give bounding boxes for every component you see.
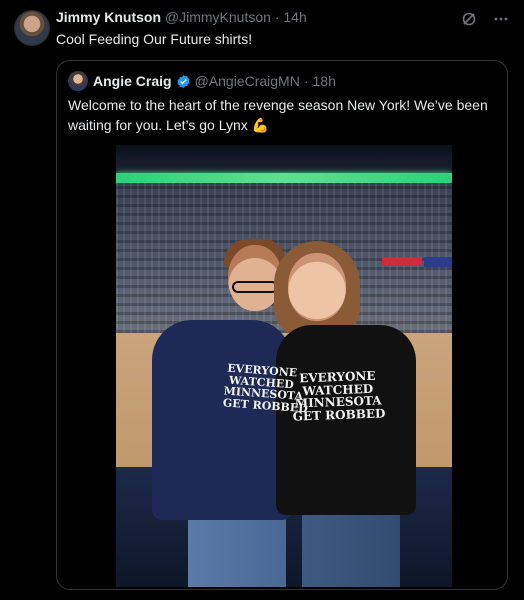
shirt-right-text: EVERYONE WATCHED MINNESOTA GET ROBBED	[291, 369, 386, 424]
shirt-left-text: EVERYONE WATCHED MINNESOTA GET ROBBED	[222, 362, 308, 415]
author-handle[interactable]: @JimmyKnutson	[165, 9, 271, 25]
arena-scoreboard	[116, 145, 452, 173]
flexed-biceps-emoji: 💪	[251, 117, 270, 133]
person-right-jeans	[302, 511, 400, 587]
author-name[interactable]: Jimmy Knutson	[56, 9, 161, 25]
verified-badge-icon	[176, 74, 191, 89]
tweet-text: Cool Feeding Our Future shirts!	[56, 31, 253, 47]
person-left-jeans	[188, 517, 286, 587]
quote-author-avatar[interactable]	[68, 71, 88, 91]
quote-separator-dot: ·	[303, 73, 309, 89]
separator-dot: ·	[274, 9, 280, 25]
person-right-face	[288, 253, 346, 321]
tweet-photo[interactable]: EVERYONE WATCHED MINNESOTA GET ROBBED EV…	[116, 145, 452, 587]
tweet-actions-top	[460, 10, 510, 28]
author-avatar[interactable]	[14, 10, 50, 46]
quote-header: Angie Craig @AngieCraigMN · 18h	[93, 73, 336, 89]
tweet-header: Jimmy Knutson @JimmyKnutson · 14h	[56, 9, 307, 25]
quote-time[interactable]: 18h	[313, 73, 336, 89]
quote-author-handle[interactable]: @AngieCraigMN	[195, 73, 300, 89]
arena-banner-blue	[424, 257, 452, 267]
grok-icon[interactable]	[460, 10, 478, 28]
arena-banner	[382, 257, 422, 265]
arena-led-ribbon	[116, 173, 452, 183]
glasses	[232, 281, 278, 293]
person-left-shirt	[152, 320, 292, 520]
shirt-right-line: GET ROBBED	[292, 406, 386, 424]
more-icon[interactable]	[492, 10, 510, 28]
quote-text: Welcome to the heart of the revenge seas…	[68, 95, 488, 135]
quote-author-name[interactable]: Angie Craig	[93, 73, 172, 89]
quoted-tweet[interactable]: Angie Craig @AngieCraigMN · 18h Welcome …	[56, 60, 508, 590]
quote-text-body: Welcome to the heart of the revenge seas…	[68, 97, 488, 133]
tweet-time[interactable]: 14h	[283, 9, 306, 25]
